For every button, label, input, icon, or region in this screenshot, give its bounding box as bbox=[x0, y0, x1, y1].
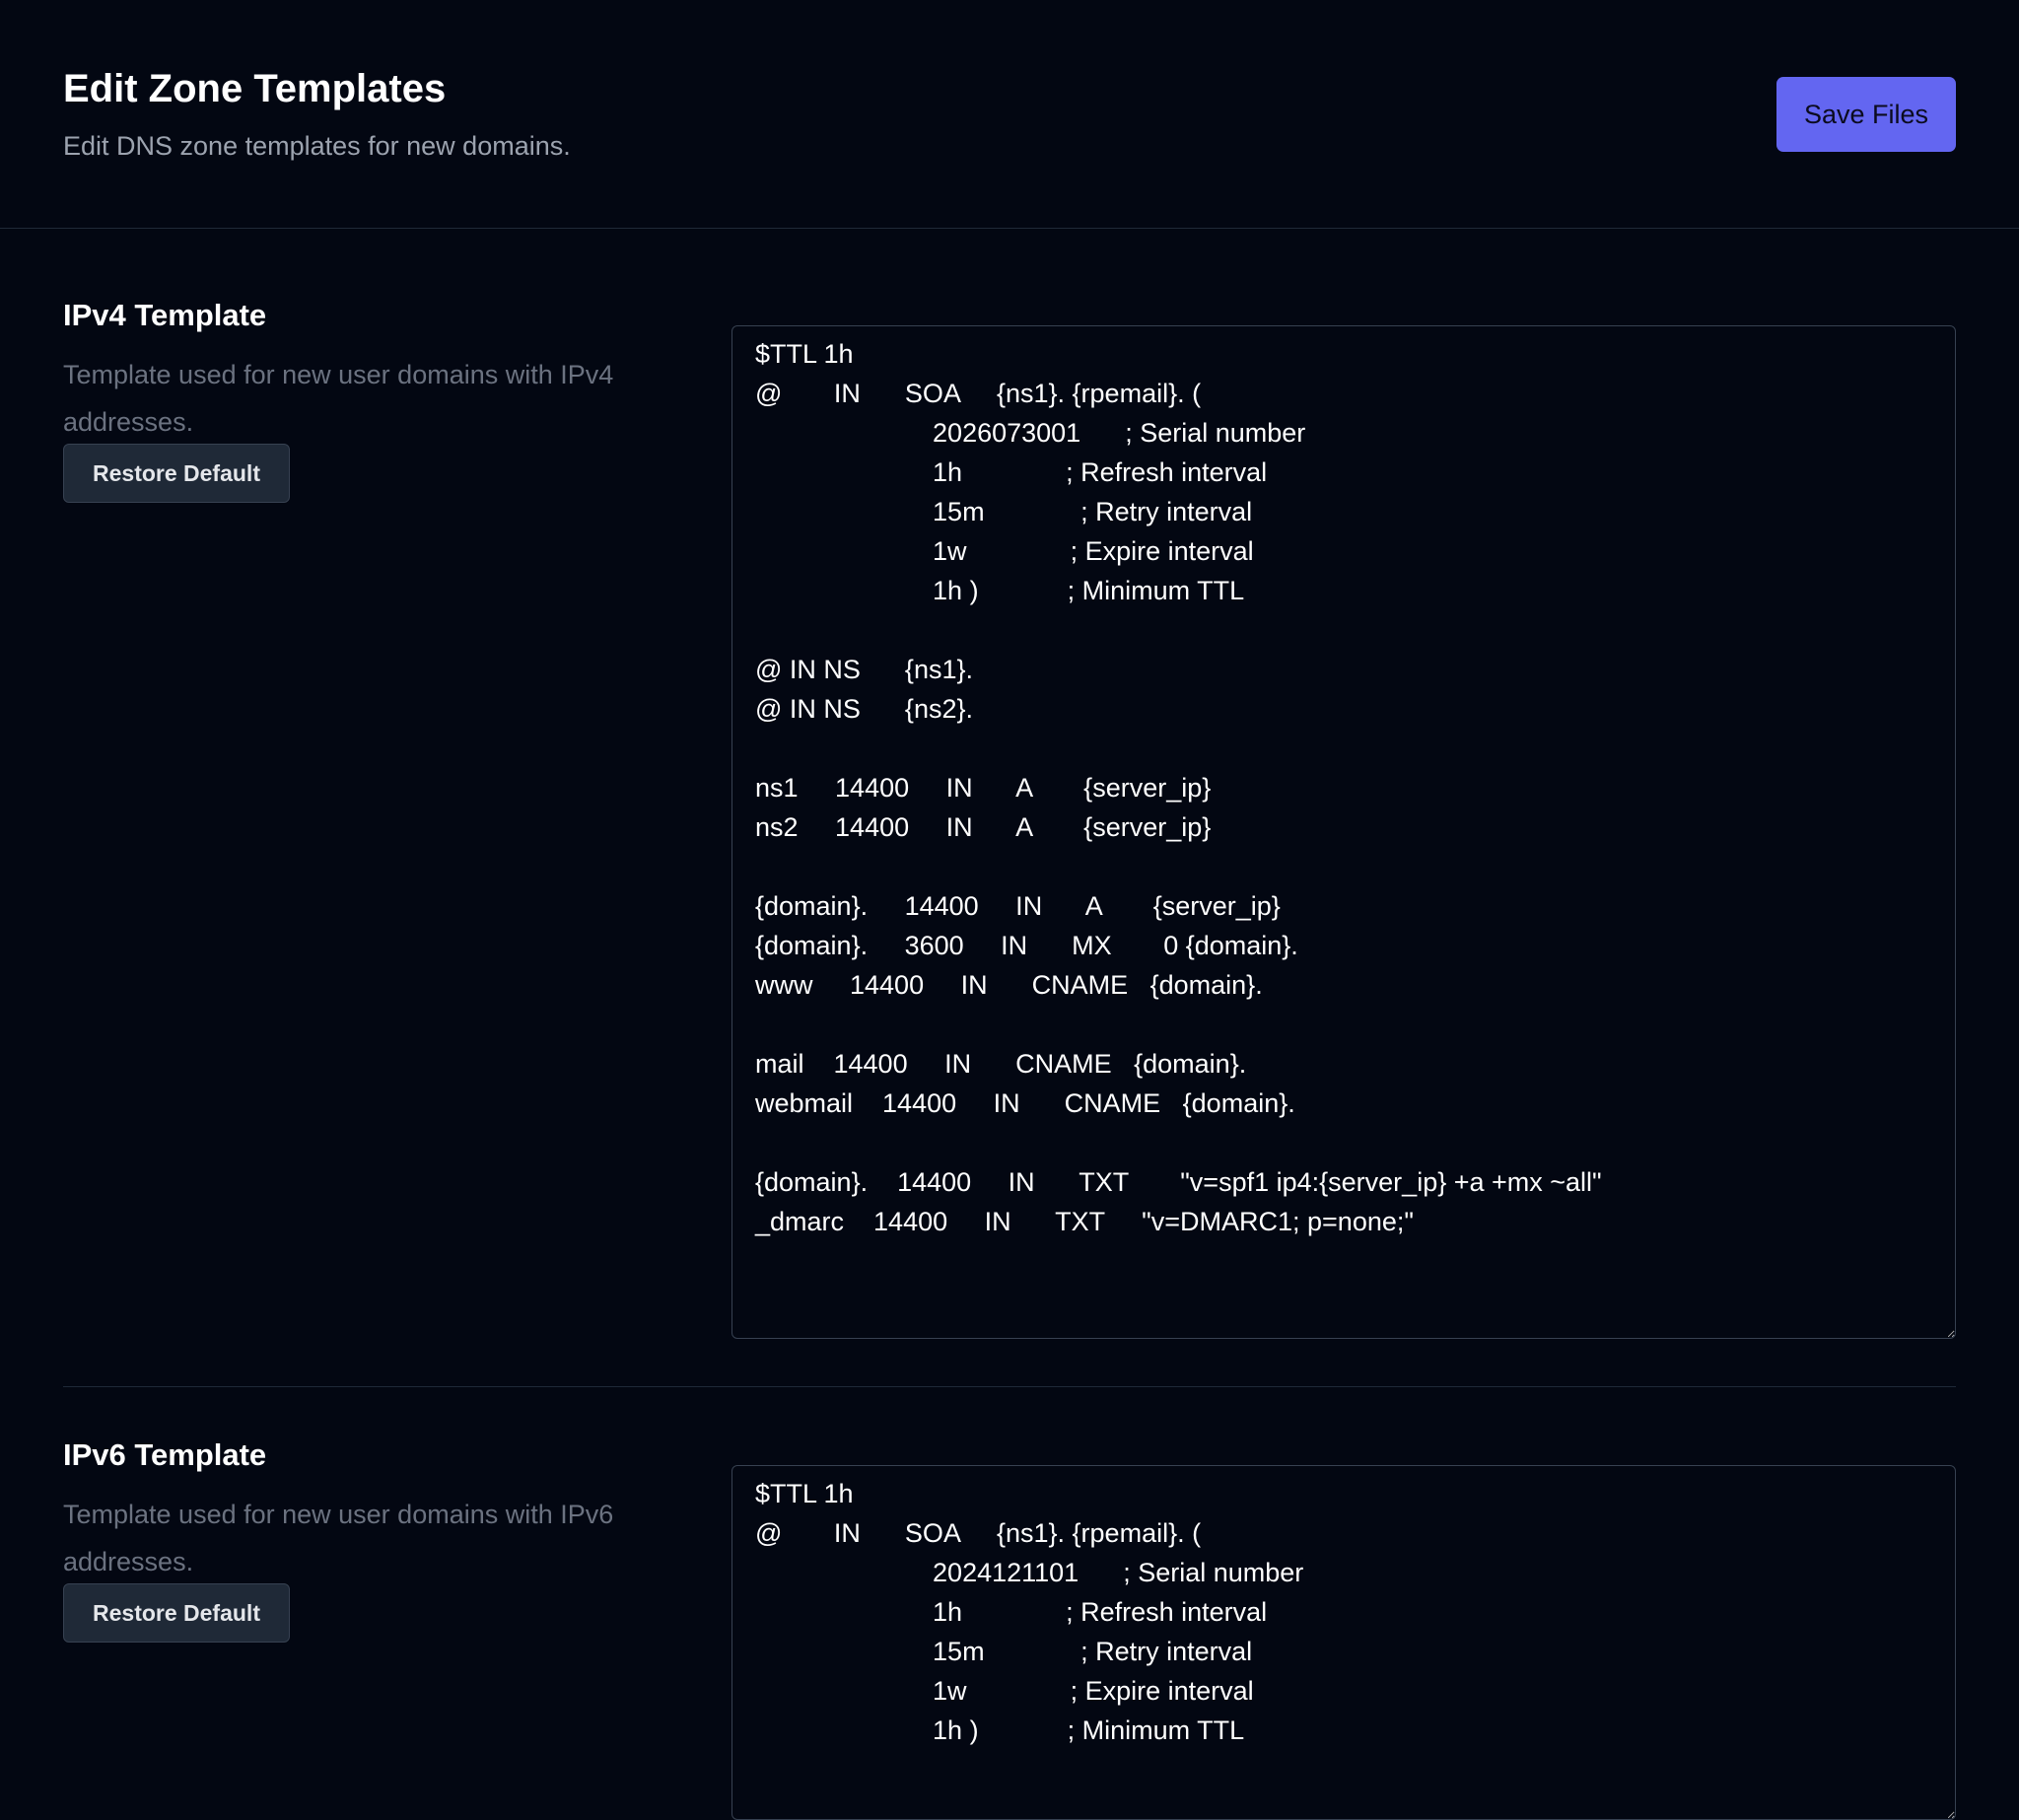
ipv6-template-section: IPv6 Template Template used for new user… bbox=[63, 1386, 1956, 1820]
ipv6-template-description: Template used for new user domains with … bbox=[63, 1500, 614, 1576]
page-subtitle: Edit DNS zone templates for new domains. bbox=[63, 131, 571, 161]
ipv6-template-editor[interactable]: $TTL 1h @ IN SOA {ns1}. {rpemail}. ( 202… bbox=[731, 1465, 1956, 1820]
ipv4-restore-default-button[interactable]: Restore Default bbox=[63, 444, 290, 503]
ipv4-template-description: Template used for new user domains with … bbox=[63, 360, 614, 437]
ipv4-template-section: IPv4 Template Template used for new user… bbox=[63, 229, 1956, 1387]
ipv6-restore-default-button[interactable]: Restore Default bbox=[63, 1583, 290, 1643]
save-files-button[interactable]: Save Files bbox=[1776, 77, 1956, 152]
page-title: Edit Zone Templates bbox=[63, 67, 447, 110]
ipv6-template-title: IPv6 Template bbox=[63, 1437, 267, 1472]
ipv4-template-editor[interactable]: $TTL 1h @ IN SOA {ns1}. {rpemail}. ( 202… bbox=[731, 325, 1956, 1339]
ipv4-template-title: IPv4 Template bbox=[63, 298, 267, 332]
page-header: Edit Zone Templates Edit DNS zone templa… bbox=[0, 0, 2019, 229]
